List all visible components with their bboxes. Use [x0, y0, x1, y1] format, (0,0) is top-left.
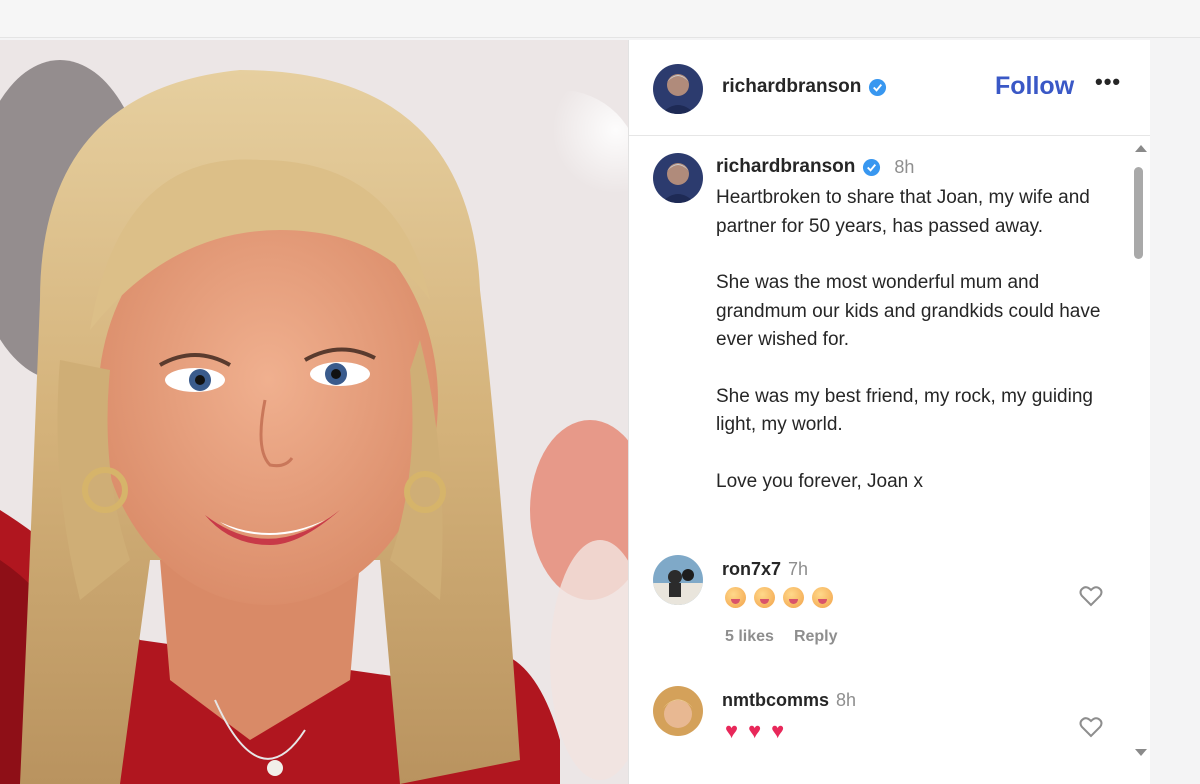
post-side-panel: richardbranson Follow ••• richardbranson…: [628, 40, 1151, 784]
comment-header: ron7x7 7h: [722, 559, 808, 580]
comment-item: nmtbcomms 8h ♥ ♥ ♥: [629, 686, 1151, 784]
caption-paragraph: She was my best friend, my rock, my guid…: [716, 385, 1093, 436]
verified-badge-icon: [863, 158, 881, 176]
caption-paragraph: Love you forever, Joan x: [716, 470, 924, 492]
comment-username[interactable]: nmtbcomms: [722, 690, 829, 711]
pleading-face-icon: [725, 587, 746, 608]
caption-paragraph: She was the most wonderful mum and grand…: [716, 272, 1101, 350]
scrollbar-thumb[interactable]: [1134, 167, 1143, 259]
comment-header: nmtbcomms 8h: [722, 690, 856, 711]
verified-badge-icon: [869, 78, 887, 96]
pleading-face-icon: [754, 587, 775, 608]
author-avatar[interactable]: [653, 64, 703, 114]
caption-avatar[interactable]: [653, 153, 703, 203]
commenter-avatar[interactable]: [653, 686, 703, 736]
red-heart-icon: ♥: [748, 718, 767, 743]
follow-button[interactable]: Follow: [995, 72, 1074, 101]
caption-text: Heartbroken to share that Joan, my wife …: [716, 184, 1116, 524]
comments-scroll-area[interactable]: richardbranson 8h Heartbroken to share t…: [629, 137, 1151, 784]
comment-item: ron7x7 7h 5 likes Reply: [629, 555, 1151, 665]
heart-outline-icon[interactable]: [1079, 585, 1103, 613]
post-photo: [0, 40, 628, 784]
author-username-text[interactable]: richardbranson: [722, 76, 861, 98]
portrait-illustration: [0, 40, 628, 784]
comment-emoji-reaction: ♥ ♥ ♥: [725, 718, 794, 744]
author-username[interactable]: richardbranson: [722, 76, 887, 98]
red-heart-icon: ♥: [725, 718, 744, 743]
reply-button[interactable]: Reply: [794, 628, 838, 646]
comment-username[interactable]: ron7x7: [722, 559, 781, 580]
comment-time: 7h: [788, 559, 809, 579]
caption-header: richardbranson 8h: [716, 156, 914, 178]
scroll-up-arrow-icon[interactable]: [1135, 145, 1147, 152]
red-heart-icon: ♥: [771, 718, 790, 743]
browser-top-strip: [0, 0, 1200, 38]
post-header: richardbranson Follow •••: [629, 40, 1151, 136]
pleading-face-icon: [783, 587, 804, 608]
more-options-icon[interactable]: •••: [1095, 71, 1121, 93]
caption-username[interactable]: richardbranson: [716, 156, 855, 178]
heart-outline-icon[interactable]: [1079, 716, 1103, 744]
page-gutter: [1150, 40, 1200, 784]
commenter-avatar[interactable]: [653, 555, 703, 605]
comment-likes[interactable]: 5 likes: [725, 628, 774, 646]
comment-time: 8h: [836, 690, 857, 710]
caption-time: 8h: [894, 156, 915, 177]
instagram-post-modal: richardbranson Follow ••• richardbranson…: [0, 40, 1151, 784]
comment-meta: 5 likes Reply: [725, 628, 838, 646]
caption-paragraph: Heartbroken to share that Joan, my wife …: [716, 187, 1090, 237]
comment-emoji-reaction: [725, 587, 841, 613]
scrollbar[interactable]: [1131, 137, 1149, 784]
pleading-face-icon: [812, 587, 833, 608]
scroll-down-arrow-icon[interactable]: [1135, 749, 1147, 756]
